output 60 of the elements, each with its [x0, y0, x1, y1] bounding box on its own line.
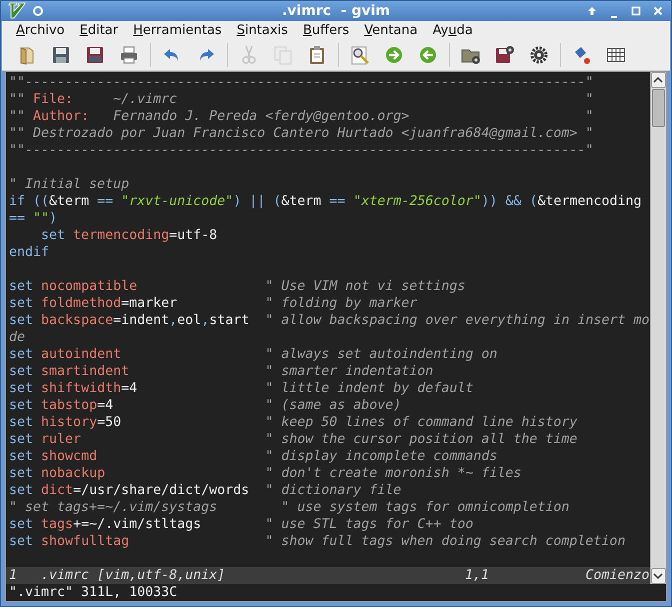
floppy-gear-icon [494, 44, 516, 66]
code-line: set tags+=~/.vim/stltags " use STL tags for C++ too [9, 516, 474, 533]
code-line: ""----------------------------------------------------------------------" [9, 74, 594, 91]
menu-item[interactable]: Archivo [8, 21, 72, 40]
code-line: set nobackup " don't create moronish *~ files [9, 465, 522, 482]
command-line: ".vimrc" 311L, 10033C [8, 584, 178, 601]
left-arrow-circle-icon [417, 44, 439, 66]
scroll-up-button[interactable] [650, 72, 666, 88]
right-arrow-circle-icon [383, 44, 405, 66]
close-icon [652, 5, 664, 17]
printer-icon [118, 44, 140, 66]
chevron-up-icon [653, 76, 664, 84]
scrollbar[interactable] [650, 72, 666, 584]
code-line: set showcmd " display incomplete commands [9, 448, 498, 465]
code-line: set showfulltag " show full tags when doing search completion [9, 533, 626, 550]
code-line: set ruler " show the cursor position all the time [9, 431, 578, 448]
up-arrow-icon [586, 5, 598, 17]
menu-item[interactable]: Editar [72, 21, 126, 40]
menu-item[interactable]: Ayuda [424, 21, 480, 40]
code-line: "" File: ~/.vimrc " [9, 91, 594, 108]
code-line: set history=50 " keep 50 lines of command line history [9, 414, 578, 431]
window-menu-button[interactable] [31, 4, 45, 18]
circle-icon [32, 5, 44, 17]
menu-item[interactable]: Herramientas [125, 21, 229, 40]
minimize-icon [611, 16, 617, 18]
menu-item[interactable]: Ventana [356, 21, 425, 40]
app-logo-icon [7, 1, 27, 21]
code-line: set nocompatible " Use VIM not vi settings [9, 278, 466, 295]
code-line: == "") [9, 210, 58, 227]
code-line: set smartindent " smarter indentation [9, 363, 434, 380]
code-line: " set tags+=~/.vim/systags " use system tags for omnicompletion [9, 499, 570, 516]
status-file-info: 1 .vimrc [vim,utf-8,unix] [9, 567, 226, 584]
menu-item[interactable]: Sintaxis [228, 21, 295, 40]
cursor-position: 1,1 [465, 567, 490, 584]
scroll-position: Comienzo [585, 567, 650, 584]
menu-item[interactable]: Buffers [294, 21, 356, 40]
scrollbar-thumb[interactable] [652, 89, 665, 127]
code-line: set dict=/usr/share/dict/words " dictionary file [9, 482, 402, 499]
code-line: set termencoding=utf-8 [40, 227, 218, 244]
scroll-down-button[interactable] [650, 568, 666, 584]
chevron-down-icon [653, 572, 664, 580]
close-button[interactable] [651, 4, 665, 18]
code-line: endif [9, 244, 50, 261]
code-line: ""----------------------------------------------------------------------" [9, 142, 594, 159]
code-line: set autoindent " always set autoindenting on [9, 346, 498, 363]
window-title: .vimrc - gvim [280, 3, 391, 19]
code-line: set tabstop=4 " (same as above) [9, 397, 402, 414]
maximize-icon [630, 5, 642, 17]
code-line: "" Author: Fernando J. Pereda <ferdy@gentoo.org> " [9, 108, 594, 125]
settings-icon [528, 44, 550, 66]
code-line: if ((&term == "rxvt-unicode") || (&term == "xterm-256color")) && (&termencoding [9, 193, 643, 210]
code-line: set foldmethod=marker " folding by marker [9, 295, 418, 312]
code-line: set backspace=indent,eol,start " allow backspacing over everything in insert mo [9, 312, 650, 329]
magnifier-pencil-icon [349, 44, 371, 66]
code-line: "" Destrozado por Juan Francisco Cantero Hurtado <juanfra684@gmail.com> " [9, 125, 594, 142]
code-line: set shiftwidth=4 " little indent by default [9, 380, 474, 397]
maximize-button[interactable] [629, 4, 643, 18]
code-line: de [9, 329, 26, 346]
code-line: " Initial setup [9, 176, 130, 193]
copy-pages-icon [272, 44, 294, 66]
